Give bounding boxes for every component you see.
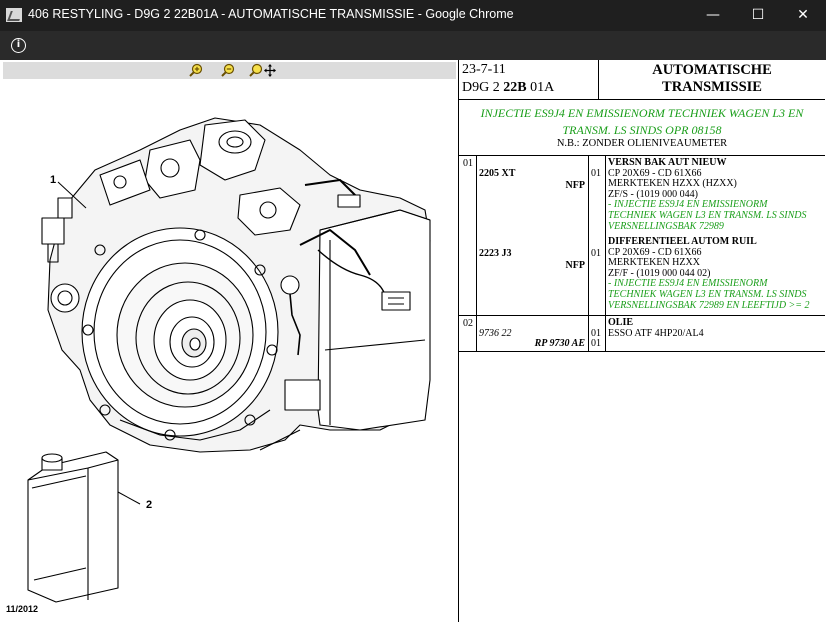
zoom-out-icon[interactable]	[221, 63, 235, 77]
part-description: OLIE ESSO ATF 4HP20/AL4	[608, 317, 826, 339]
zoom-in-icon[interactable]	[189, 63, 203, 77]
minimize-button[interactable]: —	[690, 0, 736, 31]
zoom-pan-icon[interactable]	[249, 63, 277, 77]
applicability-line-2: TRANSM. LS SINDS OPR 08158	[562, 123, 722, 137]
part-note: TECHNIEK WAGEN L3 EN TRANSM. LS SINDS	[608, 209, 807, 221]
section-number: 01	[463, 158, 473, 169]
applicability-line-1: INJECTIE ES9J4 EN EMISSIENORM TECHNIEK W…	[480, 106, 804, 120]
part-ref[interactable]: 2223 J3	[479, 248, 512, 259]
maximize-button[interactable]: ☐	[735, 0, 781, 31]
info-icon[interactable]: i	[11, 38, 26, 53]
browser-toolbar: i	[0, 31, 826, 60]
part-title: OLIE	[608, 317, 634, 328]
diagram-date: 11/2012	[6, 604, 39, 614]
header-id-cell: 23-7-11 D9G 2 22B 01A	[459, 60, 599, 100]
part-title: DIFFERENTIEEL AUTOM RUIL	[608, 236, 757, 247]
applicability-note: N.B.: ZONDER OLIENIVEAUMETER	[556, 138, 728, 149]
part-qty: 01	[591, 248, 601, 259]
parts-list-pane: 23-7-11 D9G 2 22B 01A AUTOMATISCHE TRANS…	[459, 60, 826, 622]
part-description: DIFFERENTIEEL AUTOM RUIL CP 20X69 - CD 6…	[608, 236, 826, 311]
part-note: VERSNELLINGSBAK 72989 EN LEEFTIJD >= 2	[608, 299, 810, 311]
part-line: ESSO ATF 4HP20/AL4	[608, 327, 704, 339]
diagram-pane: 1 2 11/2012	[0, 60, 459, 622]
section-number: 02	[463, 318, 473, 329]
parts-header: 23-7-11 D9G 2 22B 01A AUTOMATISCHE TRANS…	[459, 60, 825, 100]
part-note: TECHNIEK WAGEN L3 EN TRANSM. LS SINDS	[608, 288, 807, 300]
part-title: VERSN BAK AUT NIEUW	[608, 157, 727, 168]
title-line-2: TRANSMISSIE	[662, 79, 762, 95]
parts-section-01: 01 2205 XT NFP 01 VERSN BAK AUT NIEUW CP…	[459, 156, 825, 316]
part-ref[interactable]: 9736 22	[479, 328, 512, 339]
title-line-1: AUTOMATISCHE	[652, 62, 772, 78]
code-prefix: D9G 2	[462, 80, 500, 95]
window-title: 406 RESTYLING - D9G 2 22B01A - AUTOMATIS…	[28, 7, 514, 21]
part-ref[interactable]: 2205 XT	[479, 168, 515, 179]
transmission-diagram[interactable]: 1 2	[0, 80, 458, 620]
part-description: VERSN BAK AUT NIEUW CP 20X69 - CD 61X66 …	[608, 157, 826, 232]
part-qty-secondary: 01	[591, 338, 601, 349]
applicability-header: INJECTIE ES9J4 EN EMISSIENORM TECHNIEK W…	[459, 100, 825, 156]
part-nfp: NFP	[565, 180, 585, 191]
app-icon	[6, 8, 22, 22]
header-code: D9G 2 22B 01A	[462, 80, 554, 96]
code-suffix: 01A	[530, 80, 555, 95]
header-date: 23-7-11	[462, 62, 506, 77]
close-button[interactable]: ✕	[780, 0, 826, 31]
window-titlebar: 406 RESTYLING - D9G 2 22B01A - AUTOMATIS…	[0, 0, 826, 31]
part-nfp: NFP	[565, 260, 585, 271]
parts-section-02: 02 9736 22 RP 9730 AE 01 01 OLIE ESSO AT…	[459, 316, 825, 352]
callout-1: 1	[50, 174, 56, 186]
callout-2: 2	[146, 499, 152, 511]
zoom-toolbar	[3, 62, 456, 79]
code-bold: 22B	[503, 80, 527, 95]
applicability-text: INJECTIE ES9J4 EN EMISSIENORM TECHNIEK W…	[459, 105, 825, 139]
part-qty: 01	[591, 168, 601, 179]
part-ref-secondary[interactable]: RP 9730 AE	[535, 338, 585, 349]
header-title: AUTOMATISCHE TRANSMISSIE	[599, 62, 825, 96]
part-note: VERSNELLINGSBAK 72989	[608, 220, 724, 232]
